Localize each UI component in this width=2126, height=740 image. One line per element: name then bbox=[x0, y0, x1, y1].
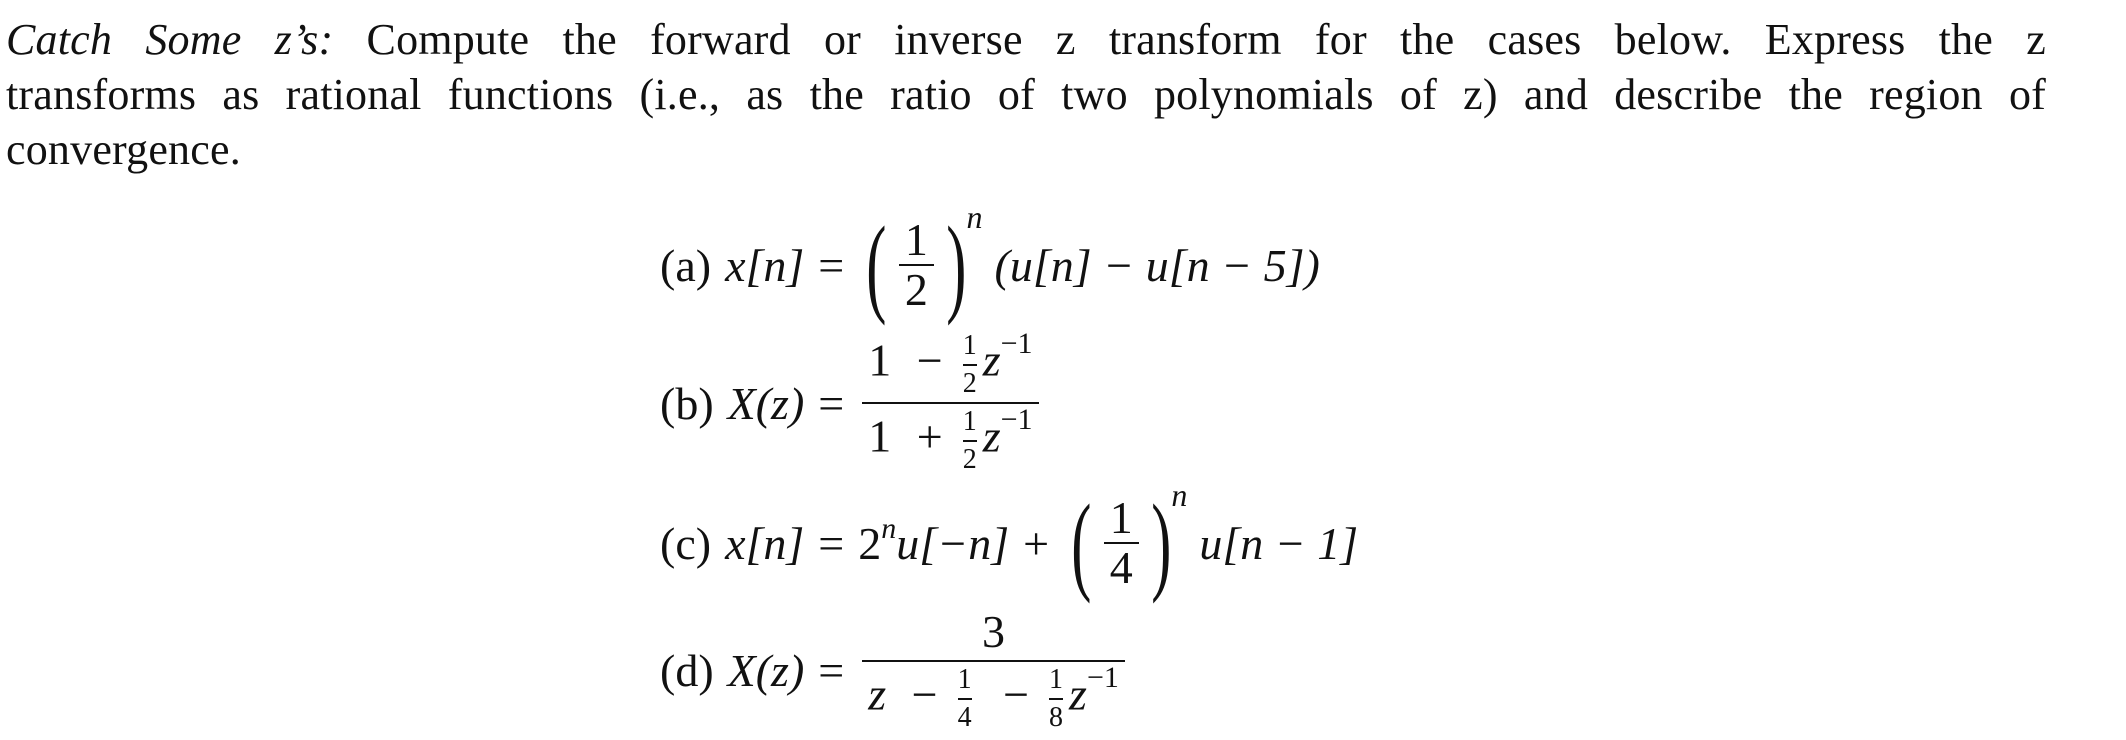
fraction-d-bar bbox=[862, 660, 1125, 663]
lhs-a: x[n] bbox=[725, 239, 805, 291]
fraction-a: 1 2 bbox=[898, 213, 934, 315]
intro-line-2: transforms as rational functions (i.e., … bbox=[6, 70, 2046, 119]
plus-c: + bbox=[1023, 517, 1050, 569]
intro-line-1: Catch Some z’s: Compute the forward or i… bbox=[6, 12, 2046, 67]
fraction-b: 1 −1 2 z−1 1 +1 2 z−1 bbox=[862, 327, 1039, 475]
fraction-c: 1 4 bbox=[1103, 491, 1139, 593]
term1-base-c: 2 bbox=[858, 517, 882, 569]
fraction-a-denominator: 2 bbox=[904, 264, 928, 315]
equation-c: (c) x[n] = 2n u[−n] + ( 1 4 ) n u[n − 1] bbox=[660, 476, 1359, 608]
equals-d: = bbox=[818, 644, 845, 696]
problem-title: Catch Some z’s: bbox=[6, 15, 334, 64]
part-label-a: (a) bbox=[660, 239, 712, 291]
right-paren-a: ) bbox=[946, 204, 967, 326]
equation-a: (a) x[n] = ( 1 2 ) n (u[n] − u[n − 5]) bbox=[660, 198, 1320, 330]
fraction-b-numerator: 1 −1 2 z−1 bbox=[868, 327, 1033, 399]
term1-rest-c: u[−n] bbox=[896, 517, 1010, 569]
lhs-c: x[n] bbox=[725, 517, 805, 569]
small-frac-b-den: 12 bbox=[962, 406, 977, 475]
fraction-d-denominator: z −1 4 −1 8 z−1 bbox=[868, 661, 1119, 734]
small-frac-d-1: 14 bbox=[957, 664, 972, 734]
equals-b: = bbox=[818, 377, 845, 429]
fraction-c-numerator: 1 bbox=[1109, 491, 1133, 543]
fraction-d: 3 z −1 4 −1 8 z−1 bbox=[862, 605, 1125, 734]
right-paren-c: ) bbox=[1150, 482, 1172, 604]
lhs-d: X(z) bbox=[727, 644, 805, 696]
part-label-c: (c) bbox=[660, 517, 712, 569]
small-frac-d-2: 18 bbox=[1049, 664, 1064, 734]
exponent-c: n bbox=[1171, 476, 1188, 513]
left-paren-c: ( bbox=[1071, 482, 1092, 604]
fraction-c-denominator: 4 bbox=[1109, 542, 1133, 593]
term2-rest-c: u[n − 1] bbox=[1199, 517, 1359, 569]
part-label-b: (b) bbox=[660, 377, 714, 429]
equation-b: (b) X(z) = 1 −1 2 z−1 1 +1 2 z−1 bbox=[660, 328, 1043, 474]
intro-line-3: convergence. bbox=[6, 125, 241, 174]
equals-c: = bbox=[818, 517, 845, 569]
equation-d: (d) X(z) = 3 z −1 4 −1 8 z−1 bbox=[660, 605, 1129, 734]
exponent-a: n bbox=[966, 198, 983, 235]
fraction-a-numerator: 1 bbox=[904, 213, 928, 265]
part-label-d: (d) bbox=[660, 644, 714, 696]
equals-a: = bbox=[818, 239, 845, 291]
lhs-b: X(z) bbox=[727, 377, 805, 429]
fraction-b-denominator: 1 +1 2 z−1 bbox=[868, 403, 1033, 475]
small-frac-b-num: 12 bbox=[962, 330, 977, 399]
term1-exp-c: n bbox=[881, 512, 897, 545]
problem-statement: Catch Some z’s: Compute the forward or i… bbox=[6, 12, 2106, 177]
intro-text-1: Compute the forward or inverse z transfo… bbox=[366, 15, 2046, 64]
rest-a: (u[n] − u[n − 5]) bbox=[994, 239, 1320, 291]
fraction-d-numerator: 3 bbox=[982, 605, 1006, 657]
left-paren-a: ( bbox=[866, 204, 887, 326]
